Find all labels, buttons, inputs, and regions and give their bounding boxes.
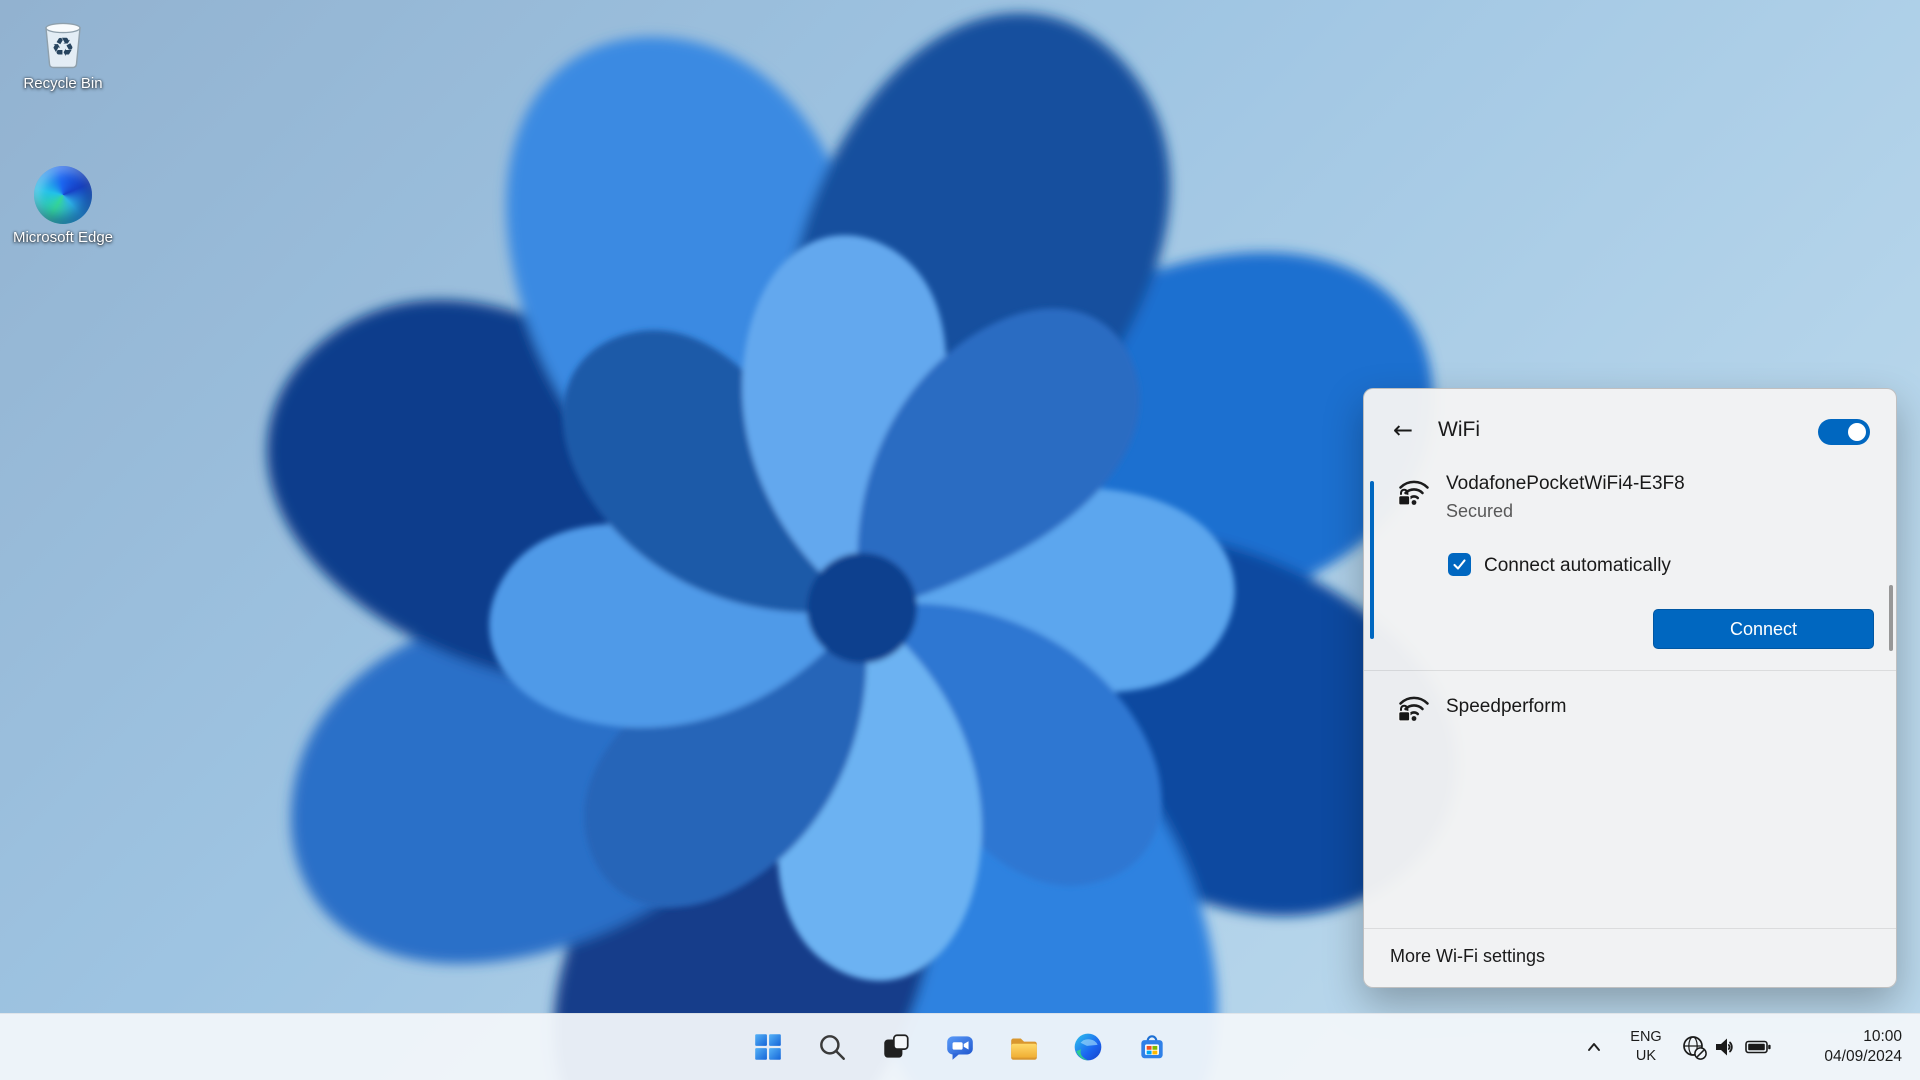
network-status-button[interactable] — [1678, 1025, 1710, 1069]
system-tray: ENG UK 10:00 04/09/2024 — [1574, 1014, 1920, 1080]
network-name[interactable]: Speedperform — [1446, 696, 1566, 718]
wifi-secured-icon — [1397, 696, 1429, 722]
network-status: Secured — [1446, 501, 1514, 521]
start-button[interactable] — [744, 1023, 792, 1071]
divider — [1364, 670, 1896, 671]
search-button[interactable] — [808, 1023, 856, 1071]
chat-button[interactable] — [936, 1023, 984, 1071]
show-hidden-icons-button[interactable] — [1574, 1025, 1614, 1069]
chat-icon — [947, 1036, 973, 1060]
clock-time: 10:00 — [1863, 1027, 1902, 1045]
search-icon — [820, 1035, 845, 1060]
file-explorer-icon — [1011, 1038, 1037, 1060]
chevron-up-icon — [1588, 1043, 1600, 1051]
file-explorer-button[interactable] — [1000, 1023, 1048, 1071]
network-name[interactable]: VodafonePocketWiFi4-E3F8 — [1446, 473, 1685, 495]
checkmark-icon — [1453, 559, 1466, 570]
desktop-icon-recycle-bin[interactable]: ♻ Recycle Bin — [4, 12, 122, 94]
svg-text:♻: ♻ — [51, 33, 74, 63]
wifi-secured-icon — [1397, 480, 1429, 506]
desktop[interactable]: ♻ Recycle Bin Microsoft Edge ← WiFi Voda — [0, 0, 1920, 1080]
wifi-flyout: ← WiFi VodafonePocketWiFi4-E3F8 Secured … — [1363, 388, 1897, 988]
wifi-toggle-knob — [1848, 423, 1866, 441]
battery-icon — [1745, 1040, 1771, 1054]
wifi-panel-title: WiFi — [1438, 418, 1480, 441]
clock-date: 04/09/2024 — [1824, 1048, 1902, 1065]
language-line1: ENG — [1630, 1029, 1662, 1046]
recycle-bin-icon: ♻ — [45, 22, 81, 69]
start-icon — [755, 1034, 781, 1060]
back-arrow-icon: ← — [1392, 416, 1414, 444]
wifi-toggle[interactable] — [1818, 419, 1870, 445]
desktop-icon-label: Recycle Bin — [23, 75, 103, 92]
language-indicator[interactable]: ENG UK — [1622, 1028, 1670, 1066]
microsoft-store-button[interactable] — [1128, 1023, 1176, 1071]
battery-button[interactable] — [1742, 1025, 1774, 1069]
scrollbar-thumb[interactable] — [1889, 585, 1893, 651]
speaker-icon — [1716, 1038, 1733, 1056]
globe-no-internet-icon — [1683, 1036, 1707, 1060]
edge-browser-button[interactable] — [1064, 1023, 1112, 1071]
edge-icon — [34, 166, 92, 224]
more-wifi-settings-link[interactable]: More Wi-Fi settings — [1390, 946, 1545, 967]
task-view-button[interactable] — [872, 1023, 920, 1071]
connect-automatically-label[interactable]: Connect automatically — [1484, 555, 1671, 577]
selected-network-indicator — [1370, 481, 1374, 639]
language-line2: UK — [1635, 1048, 1657, 1064]
taskbar: ENG UK 10:00 04/09/2024 — [0, 1013, 1920, 1080]
connect-automatically-checkbox[interactable] — [1448, 553, 1471, 576]
connect-button[interactable]: Connect — [1653, 609, 1874, 649]
volume-button[interactable] — [1710, 1025, 1742, 1069]
store-icon — [1141, 1035, 1163, 1059]
taskbar-center-icons — [744, 1014, 1176, 1080]
desktop-icon-label: Microsoft Edge — [12, 229, 114, 246]
divider — [1364, 928, 1896, 929]
edge-icon — [1074, 1033, 1102, 1061]
desktop-icon-microsoft-edge[interactable]: Microsoft Edge — [4, 166, 122, 248]
clock[interactable]: 10:00 04/09/2024 — [1784, 1027, 1902, 1067]
task-view-icon — [884, 1034, 909, 1058]
back-button[interactable]: ← — [1384, 411, 1422, 449]
